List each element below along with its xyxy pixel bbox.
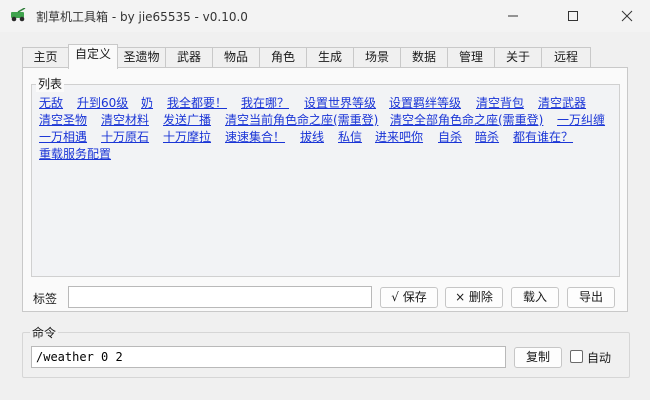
command-link[interactable]: 无敌 [39,96,63,110]
export-button[interactable]: 导出 [567,287,615,308]
command-input[interactable] [31,346,506,368]
copy-button[interactable]: 复制 [514,347,562,368]
command-link[interactable]: 一万相遇 [39,130,87,144]
tag-label: 标签 [33,292,58,306]
command-link[interactable]: 拔线 [300,130,324,144]
command-link[interactable]: 我在哪？ [241,96,289,110]
command-link[interactable]: 重载服务配置 [39,147,111,161]
auto-label: 自动 [587,351,612,365]
command-link[interactable]: 一万纠缠 [557,113,605,127]
command-link[interactable]: 速速集合！ [225,130,285,144]
command-link[interactable]: 暗杀 [475,130,499,144]
minimize-button[interactable] [490,0,536,32]
command-link[interactable]: 清空背包 [476,96,524,110]
command-link[interactable]: 都有谁在？ [513,130,573,144]
tab-data[interactable]: 数据 [400,47,448,67]
tab-characters[interactable]: 角色 [259,47,307,67]
window-title: 割草机工具箱 - by jie65535 - v0.10.0 [36,10,248,24]
list-title: 列表 [36,75,65,92]
command-link[interactable]: 进来吧你 [375,130,423,144]
tab-items[interactable]: 物品 [212,47,260,67]
auto-checkbox[interactable] [570,350,583,363]
tab-artifacts[interactable]: 圣遗物 [117,47,166,67]
tab-custom[interactable]: 自定义 [68,44,118,69]
command-title: 命令 [30,324,59,341]
command-link[interactable]: 十万原石 [101,130,149,144]
command-link[interactable]: 清空全部角色命之座(需重登) [390,113,543,127]
tab-remote[interactable]: 远程 [541,47,591,67]
command-link[interactable]: 升到60级 [77,96,128,110]
tab-spawn[interactable]: 生成 [306,47,354,67]
command-link[interactable]: 清空圣物 [39,113,87,127]
command-link[interactable]: 清空材料 [101,113,149,127]
command-link[interactable]: 清空当前角色命之座(需重登) [225,113,378,127]
save-button[interactable]: √ 保存 [380,287,438,308]
maximize-icon [568,11,578,21]
command-link[interactable]: 自杀 [438,130,462,144]
command-link[interactable]: 清空武器 [538,96,586,110]
tab-home[interactable]: 主页 [22,47,69,67]
tag-input[interactable] [68,286,372,308]
command-link[interactable]: 我全都要！ [167,96,227,110]
command-link[interactable]: 发送广播 [163,113,211,127]
command-link[interactable]: 十万摩拉 [163,130,211,144]
command-link[interactable]: 设置羁绊等级 [389,96,461,110]
command-link[interactable]: 私信 [338,130,362,144]
lawnmower-icon [11,8,26,22]
tab-about[interactable]: 关于 [494,47,542,67]
delete-button[interactable]: × 删除 [445,287,503,308]
minimize-icon [508,15,518,17]
close-icon [621,10,633,22]
tab-scenes[interactable]: 场景 [353,47,401,67]
close-button[interactable] [604,0,650,32]
tab-weapons[interactable]: 武器 [165,47,213,67]
title-bar: 割草机工具箱 - by jie65535 - v0.10.0 [0,0,650,32]
command-link[interactable]: 设置世界等级 [304,96,376,110]
load-button[interactable]: 载入 [511,287,559,308]
maximize-button[interactable] [550,0,596,32]
tab-manage[interactable]: 管理 [447,47,495,67]
command-link[interactable]: 奶 [141,96,153,110]
